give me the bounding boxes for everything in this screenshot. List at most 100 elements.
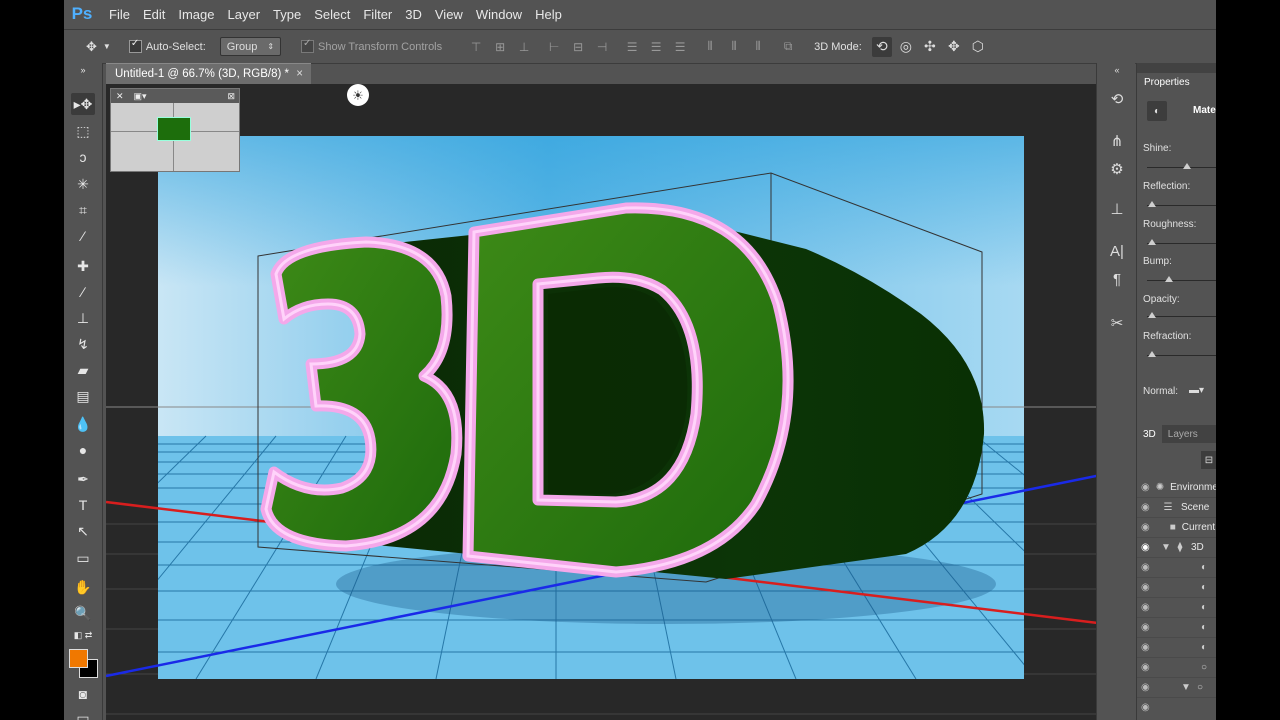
chevron-down-icon[interactable]: ▼ (1159, 542, 1173, 553)
align-left-icon[interactable]: ⊢ (546, 40, 562, 54)
layer-row-material[interactable]: ◉ ◐ (1137, 597, 1216, 618)
slider-knob[interactable] (1148, 351, 1157, 357)
menu-select[interactable]: Select (314, 7, 350, 22)
distribute-vcenter-icon[interactable]: ☰ (648, 40, 664, 54)
collapse-arrows-icon[interactable]: » (71, 65, 95, 75)
menu-edit[interactable]: Edit (143, 7, 165, 22)
layer-row-light[interactable]: ◉ ○ (1137, 657, 1216, 678)
eye-icon[interactable]: ◉ (1141, 662, 1155, 673)
eye-icon[interactable]: ◉ (1141, 682, 1155, 693)
close-document-icon[interactable]: × (296, 68, 303, 80)
foreground-color-swatch[interactable] (69, 649, 88, 668)
align-top-icon[interactable]: ⊤ (468, 40, 484, 54)
tab-layers[interactable]: Layers (1162, 429, 1204, 440)
eye-icon[interactable]: ◉ (1141, 562, 1155, 573)
auto-select-dropdown[interactable]: Group ⇕ (219, 37, 282, 56)
layer-row-material[interactable]: ◉ ◐ (1137, 637, 1216, 658)
eye-icon[interactable]: ◉ (1141, 642, 1155, 653)
dodge-tool-icon[interactable]: ● (71, 439, 95, 461)
marquee-tool-icon[interactable]: ⬚ (71, 120, 95, 142)
blur-tool-icon[interactable]: 💧 (71, 413, 95, 435)
roughness-slider[interactable] (1147, 239, 1216, 245)
align-right-icon[interactable]: ⊣ (594, 40, 610, 54)
distribute-right-icon[interactable]: ⦀ (750, 39, 766, 54)
zoom-tool-icon[interactable]: 🔍 (71, 602, 95, 624)
magic-wand-tool-icon[interactable]: ✳ (71, 173, 95, 195)
character-panel-icon[interactable]: A| (1106, 241, 1128, 261)
move-tool-preset[interactable]: ✥ ▼ (86, 39, 111, 55)
eye-icon[interactable]: ◉ (1141, 582, 1155, 593)
layer-row-light[interactable]: ◉ (1137, 697, 1216, 717)
crop-tool-icon[interactable]: ⌗ (71, 199, 95, 221)
eye-icon[interactable]: ◉ (1141, 602, 1155, 613)
filter-icon[interactable]: ⊟ (1201, 451, 1216, 469)
menu-type[interactable]: Type (273, 7, 301, 22)
slider-knob[interactable] (1148, 239, 1157, 245)
pan-3d-icon[interactable]: ✣ (920, 37, 940, 57)
close-icon[interactable]: ✕ (116, 91, 124, 102)
layer-row-camera[interactable]: ◉ ■ Current View (1137, 517, 1216, 538)
3d-viewport[interactable]: ☀ (106, 84, 1106, 720)
collapse-arrows-icon[interactable]: « (1106, 65, 1128, 75)
align-bottom-icon[interactable]: ⊥ (516, 40, 532, 54)
opacity-slider[interactable] (1147, 312, 1216, 318)
menu-image[interactable]: Image (178, 7, 214, 22)
align-vcenter-icon[interactable]: ⊞ (492, 40, 508, 54)
slide-3d-icon[interactable]: ✥ (944, 37, 964, 57)
screen-mode-icon[interactable]: ▭ (71, 707, 95, 720)
materials-icon[interactable]: ◐ (1147, 101, 1167, 121)
tab-3d[interactable]: 3D (1137, 425, 1162, 443)
reflection-slider[interactable] (1147, 201, 1216, 207)
history-panel-icon[interactable]: ⟲ (1106, 89, 1128, 109)
align-hcenter-icon[interactable]: ⊟ (570, 40, 586, 54)
distribute-left-icon[interactable]: ⦀ (702, 39, 718, 54)
clone-stamp-tool-icon[interactable]: ⊥ (71, 307, 95, 329)
quick-mask-icon[interactable]: ◙ (71, 683, 95, 705)
layer-row-scene[interactable]: ◉ ☰ Scene (1137, 497, 1216, 518)
distribute-bottom-icon[interactable]: ☰ (672, 40, 688, 54)
properties-tab[interactable]: Properties (1137, 77, 1216, 93)
clone-source-icon[interactable]: ⊥ (1106, 199, 1128, 219)
eye-icon[interactable]: ◉ (1141, 502, 1155, 513)
secondary-3d-view[interactable]: ✕ ▣▾ ⊠ (110, 88, 240, 172)
show-transform-checkbox[interactable]: Show Transform Controls (301, 38, 442, 53)
distribute-hcenter-icon[interactable]: ⦀ (726, 39, 742, 54)
gradient-tool-icon[interactable]: ▤ (71, 385, 95, 407)
auto-align-icon[interactable]: ⧉ (780, 39, 796, 54)
brush-presets-icon[interactable]: ⋔ (1106, 131, 1128, 151)
history-brush-tool-icon[interactable]: ↯ (71, 333, 95, 355)
chevron-down-icon[interactable]: ▼ (1179, 682, 1193, 693)
shine-slider[interactable] (1147, 163, 1216, 169)
document-tab[interactable]: Untitled-1 @ 66.7% (3D, RGB/8) * × (106, 63, 311, 84)
slider-knob[interactable] (1183, 163, 1192, 169)
eraser-tool-icon[interactable]: ▰ (71, 359, 95, 381)
eye-icon[interactable]: ◉ (1141, 522, 1150, 533)
roll-3d-icon[interactable]: ◎ (896, 37, 916, 57)
canvas-area[interactable]: ☀ ✕ ▣▾ ⊠ (106, 84, 1106, 720)
folder-icon[interactable]: ▬▾ (1189, 385, 1204, 396)
layer-row-light-group[interactable]: ◉ ▼ ○ (1137, 677, 1216, 698)
menu-file[interactable]: File (109, 7, 130, 22)
distribute-top-icon[interactable]: ☰ (624, 40, 640, 54)
lasso-tool-icon[interactable]: ↄ (71, 146, 95, 168)
light-widget-icon[interactable]: ☀ (347, 84, 369, 106)
layer-row-material[interactable]: ◉ ◐ (1137, 617, 1216, 638)
orbit-3d-icon[interactable]: ⟲ (871, 36, 892, 57)
slider-knob[interactable] (1165, 276, 1174, 282)
eye-icon[interactable]: ◉ (1141, 622, 1155, 633)
slider-knob[interactable] (1148, 312, 1157, 318)
auto-select-checkbox[interactable]: Auto-Select: (128, 38, 206, 53)
scale-3d-icon[interactable]: ⬡ (968, 37, 988, 57)
layer-row-material[interactable]: ◉ ◐ (1137, 557, 1216, 578)
type-tool-icon[interactable]: T (71, 494, 95, 516)
healing-brush-tool-icon[interactable]: ✚ (71, 255, 95, 277)
menu-3d[interactable]: 3D (405, 7, 422, 22)
path-selection-tool-icon[interactable]: ↖ (71, 520, 95, 542)
menu-view[interactable]: View (435, 7, 463, 22)
refraction-slider[interactable] (1147, 351, 1216, 357)
menu-layer[interactable]: Layer (228, 7, 261, 22)
bump-slider[interactable] (1147, 276, 1216, 282)
pen-tool-icon[interactable]: ✒ (71, 468, 95, 490)
menu-filter[interactable]: Filter (363, 7, 392, 22)
menu-window[interactable]: Window (476, 7, 522, 22)
